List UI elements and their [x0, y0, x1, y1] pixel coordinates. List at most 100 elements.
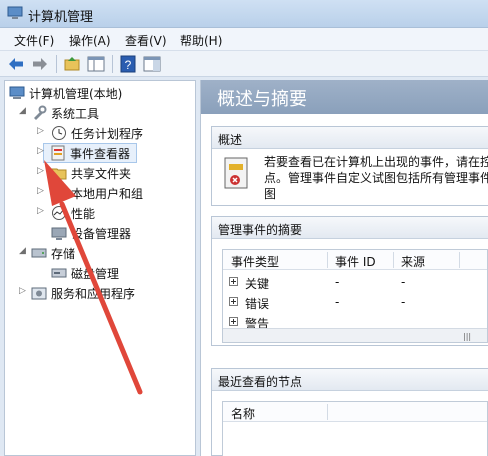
- svg-text:?: ?: [125, 58, 132, 72]
- tree-item-task-scheduler[interactable]: ▷ 任务计划程序: [7, 123, 192, 143]
- cell-event-type: 错误: [245, 297, 270, 311]
- tree-label: 本地用户和组: [71, 187, 144, 201]
- menu-bar: 文件(F) 操作(A) 查看(V) 帮助(H): [0, 28, 488, 51]
- tree-label: 磁盘管理: [71, 267, 120, 281]
- tree-item-computer-management[interactable]: 计算机管理(本地): [7, 83, 192, 103]
- collapsed-arrow-icon[interactable]: ▷: [19, 286, 26, 296]
- table-header: 事件类型 事件 ID 来源: [223, 250, 487, 270]
- users-icon: [53, 187, 65, 200]
- cell-event-id: -: [335, 275, 340, 289]
- overview-header[interactable]: 概述: [212, 127, 488, 149]
- recent-header[interactable]: 最近查看的节点: [212, 369, 488, 391]
- tree-label: 任务计划程序: [71, 127, 144, 141]
- scroll-grip-icon[interactable]: |||: [463, 332, 471, 341]
- summary-header[interactable]: 管理事件的摘要: [212, 217, 488, 239]
- tree-item-event-viewer[interactable]: 事件查看器: [43, 143, 137, 163]
- column-event-type[interactable]: 事件类型: [231, 253, 279, 270]
- collapsed-arrow-icon[interactable]: ▷: [37, 206, 44, 216]
- column-source[interactable]: 来源: [401, 253, 425, 270]
- collapsed-arrow-icon[interactable]: ▷: [37, 166, 44, 176]
- menu-action[interactable]: 操作(A): [69, 32, 111, 49]
- disk-icon: [51, 268, 67, 278]
- back-icon[interactable]: [6, 54, 26, 74]
- tree-item-local-users-groups[interactable]: ▷ 本地用户和组: [7, 183, 192, 203]
- cell-source: -: [401, 275, 406, 289]
- expand-plus-icon[interactable]: [229, 277, 238, 286]
- column-divider[interactable]: [327, 252, 328, 268]
- column-divider[interactable]: [393, 252, 394, 268]
- menu-help[interactable]: 帮助(H): [180, 32, 222, 49]
- help-icon[interactable]: ?: [118, 54, 138, 74]
- collapsed-arrow-icon[interactable]: ▷: [37, 186, 44, 196]
- up-folder-icon[interactable]: [62, 54, 82, 74]
- table-row[interactable]: 错误 - -: [223, 292, 487, 312]
- computer-icon: [9, 86, 25, 99]
- overview-line: 若要查看已在计算机上出现的事件，请在控: [264, 155, 488, 169]
- services-icon: [31, 287, 47, 300]
- tree-label: 设备管理器: [71, 227, 132, 241]
- overview-line: 图: [264, 187, 277, 201]
- tree-item-disk-management[interactable]: 磁盘管理: [7, 263, 192, 283]
- overview-description: 若要查看已在计算机上出现的事件，请在控 点。管理事件自定义试图包括所有管理事件 …: [264, 154, 488, 204]
- tree-item-services-applications[interactable]: ▷ 服务和应用程序: [7, 283, 192, 303]
- window-title: 计算机管理: [28, 10, 94, 25]
- section-title: 概述: [218, 133, 243, 147]
- table-header: 名称: [223, 402, 487, 422]
- tree-item-performance[interactable]: ▷ 性能: [7, 203, 192, 223]
- cell-event-id: -: [335, 295, 340, 309]
- overview-section: 概述 若要查看已在计算机上出现的事件，请在控 点。管理事件自定义试图包括所有管理…: [211, 126, 488, 206]
- horizontal-scrollbar[interactable]: |||: [223, 328, 487, 342]
- shared-folder-icon: [51, 168, 67, 180]
- storage-icon: [31, 248, 47, 258]
- show-action-pane-icon[interactable]: [142, 54, 162, 74]
- toolbar-separator: [56, 55, 57, 73]
- column-divider[interactable]: [459, 252, 460, 268]
- table-row[interactable]: 警告: [223, 312, 487, 328]
- event-summary-section: 管理事件的摘要 事件类型 事件 ID 来源 关键 - - 错误 - - 警告 |…: [211, 216, 488, 346]
- cell-source: -: [401, 295, 406, 309]
- toolbar-separator: [112, 55, 113, 73]
- menu-file[interactable]: 文件(F): [14, 32, 54, 49]
- collapsed-arrow-icon[interactable]: ▷: [37, 146, 44, 156]
- navigation-tree[interactable]: 计算机管理(本地) ◢ 系统工具 ▷ 任务计划程序 事件查看器 ▷ ▷ 共享文件…: [4, 80, 196, 456]
- device-manager-icon: [51, 227, 67, 240]
- menu-view[interactable]: 查看(V): [125, 32, 167, 49]
- tree-item-device-manager[interactable]: 设备管理器: [7, 223, 192, 243]
- expanded-arrow-icon[interactable]: ◢: [19, 106, 26, 116]
- column-divider[interactable]: [327, 404, 328, 420]
- expanded-arrow-icon[interactable]: ◢: [19, 246, 26, 256]
- event-viewer-icon: [51, 145, 65, 161]
- tools-icon: [34, 105, 47, 120]
- event-log-icon: [224, 157, 248, 189]
- toolbar: ?: [0, 51, 488, 77]
- tree-item-system-tools[interactable]: ◢ 系统工具: [7, 103, 192, 123]
- overview-line: 点。管理事件自定义试图包括所有管理事件: [264, 171, 488, 185]
- section-title: 最近查看的节点: [218, 375, 303, 389]
- expand-plus-icon[interactable]: [229, 317, 238, 326]
- tree-label: 性能: [71, 207, 96, 221]
- column-event-id[interactable]: 事件 ID: [335, 253, 376, 270]
- collapsed-arrow-icon[interactable]: ▷: [37, 126, 44, 136]
- event-summary-table[interactable]: 事件类型 事件 ID 来源 关键 - - 错误 - - 警告 |||: [222, 249, 488, 343]
- table-row[interactable]: 关键 - -: [223, 272, 487, 292]
- tree-item-storage[interactable]: ◢ 存储: [7, 243, 192, 263]
- tree-label: 服务和应用程序: [51, 287, 136, 301]
- performance-icon: [52, 206, 66, 220]
- tree-label: 存储: [51, 247, 76, 261]
- column-name[interactable]: 名称: [231, 405, 255, 422]
- title-bar[interactable]: 计算机管理: [0, 0, 488, 28]
- cell-event-type: 警告: [245, 317, 270, 328]
- tree-label: 事件查看器: [70, 147, 131, 161]
- cell-event-type: 关键: [245, 277, 270, 291]
- content-pane: 概述与摘要 概述 若要查看已在计算机上出现的事件，请在控 点。管理事件自定义试图…: [200, 80, 488, 456]
- forward-icon[interactable]: [30, 54, 50, 74]
- expand-plus-icon[interactable]: [229, 297, 238, 306]
- tree-label: 共享文件夹: [71, 167, 132, 181]
- section-title: 管理事件的摘要: [218, 223, 303, 237]
- show-hide-tree-icon[interactable]: [86, 54, 106, 74]
- banner-title: 概述与摘要: [217, 89, 307, 110]
- computer-management-icon: [7, 6, 23, 19]
- recent-nodes-section: 最近查看的节点 名称: [211, 368, 488, 456]
- recent-nodes-table[interactable]: 名称: [222, 401, 488, 456]
- tree-item-shared-folders[interactable]: ▷ 共享文件夹: [7, 163, 192, 183]
